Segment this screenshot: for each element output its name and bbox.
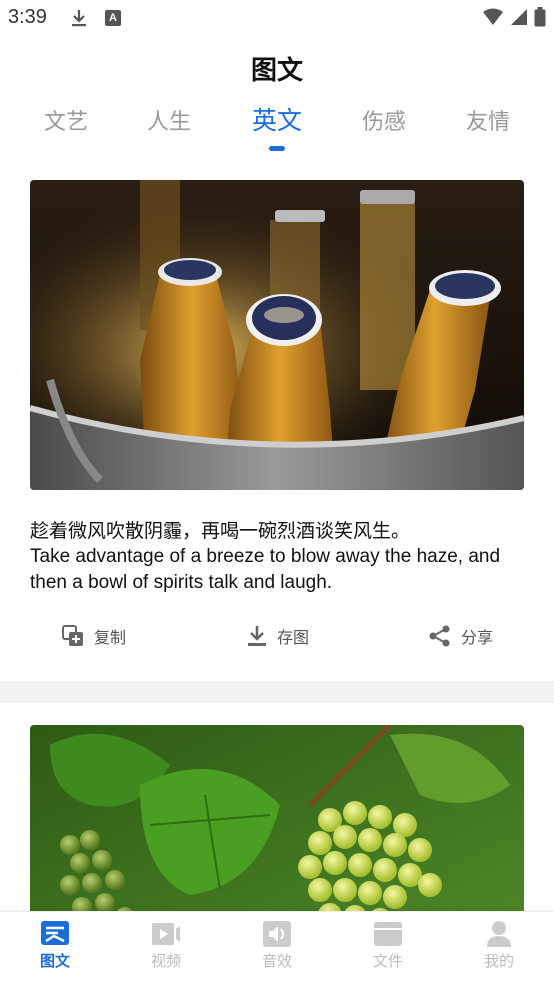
save-image-button[interactable]: 存图 <box>247 624 309 648</box>
share-icon <box>429 625 450 647</box>
quote-english: Take advantage of a breeze to blow away … <box>30 546 501 593</box>
download-icon <box>248 626 266 646</box>
nav-profile[interactable]: 我的 <box>444 920 554 971</box>
tab-youqing[interactable]: 友情 <box>443 104 533 136</box>
beer-photo <box>30 180 524 490</box>
image-text-icon <box>41 921 69 945</box>
active-tab-indicator <box>269 146 285 151</box>
nav-video[interactable]: 视频 <box>111 920 221 971</box>
grapes-photo <box>30 725 524 912</box>
download-icon <box>72 10 86 27</box>
nav-video-label: 视频 <box>150 952 181 970</box>
card-image-grapes[interactable] <box>30 725 524 912</box>
copy-button[interactable]: 复制 <box>62 624 126 648</box>
nav-image-text-label: 图文 <box>39 952 70 970</box>
status-time: 3:39 <box>8 6 47 28</box>
nav-sound-label: 音效 <box>261 952 292 970</box>
tab-shanggan[interactable]: 伤感 <box>339 104 429 136</box>
tab-yingwen[interactable]: 英文 <box>232 101 322 137</box>
save-image-label: 存图 <box>277 628 310 647</box>
status-bar: 3:39 A <box>0 0 554 36</box>
image-text-feed[interactable]: 趁着微风吹散阴霾，再喝一碗烈酒谈笑风生。 Take advantage of a… <box>0 160 554 912</box>
bottom-navigation: 图文 视频 音效 文件 我的 <box>0 911 554 984</box>
folder-icon <box>374 922 402 946</box>
profile-icon <box>487 921 511 947</box>
card-actions: 复制 存图 分享 <box>0 624 554 664</box>
video-icon <box>152 923 180 945</box>
card-image-beer[interactable] <box>30 180 524 490</box>
tab-rensheng[interactable]: 人生 <box>124 104 214 136</box>
accessibility-badge: A <box>105 10 121 26</box>
quote-chinese: 趁着微风吹散阴霾，再喝一碗烈酒谈笑风生。 <box>30 520 411 542</box>
signal-icon <box>511 9 527 25</box>
nav-file-label: 文件 <box>372 952 403 970</box>
copy-label: 复制 <box>94 628 127 647</box>
wifi-icon <box>483 8 503 25</box>
card-divider <box>0 681 554 703</box>
sound-icon <box>263 921 291 947</box>
page-title: 图文 <box>250 56 303 86</box>
battery-icon <box>534 7 546 27</box>
share-label: 分享 <box>461 628 494 647</box>
card-quote: 趁着微风吹散阴霾，再喝一碗烈酒谈笑风生。 Take advantage of a… <box>30 518 524 596</box>
nav-image-text[interactable]: 图文 <box>0 920 110 971</box>
status-indicators <box>482 7 546 27</box>
nav-sound[interactable]: 音效 <box>222 920 332 971</box>
tab-wenyi[interactable]: 文艺 <box>21 104 111 136</box>
share-button[interactable]: 分享 <box>429 624 493 648</box>
nav-file[interactable]: 文件 <box>333 920 443 971</box>
nav-profile-label: 我的 <box>483 952 514 970</box>
copy-icon <box>62 625 83 646</box>
